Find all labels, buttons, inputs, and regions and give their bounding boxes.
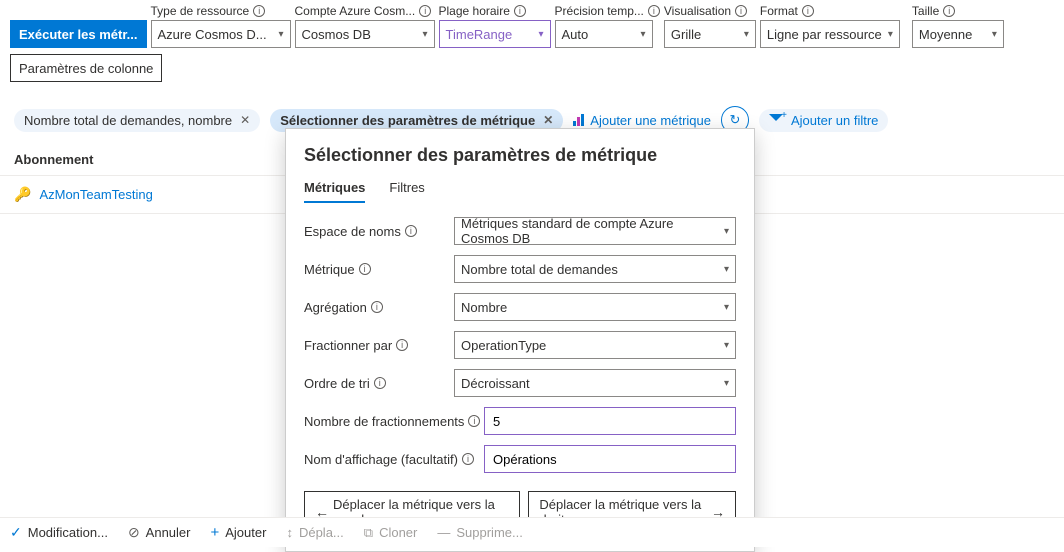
info-icon: i: [943, 5, 955, 17]
metric-selector-label: Sélectionner des paramètres de métrique: [280, 113, 535, 128]
close-icon[interactable]: ✕: [543, 113, 553, 127]
info-icon: i: [371, 301, 383, 313]
aggregation-dropdown[interactable]: Nombre ▾: [454, 293, 736, 321]
plus-icon: +: [210, 524, 219, 541]
chevron-down-icon: ▾: [888, 29, 893, 40]
account-dropdown[interactable]: Cosmos DB ▾: [295, 20, 435, 48]
add-filter-button[interactable]: Ajouter un filtre: [759, 109, 888, 132]
chevron-down-icon: ▾: [724, 340, 729, 351]
run-metrics-button[interactable]: Exécuter les métr...: [10, 20, 147, 48]
popup-tabs: Métriques Filtres: [304, 180, 736, 203]
info-icon: i: [405, 225, 417, 237]
info-icon: i: [468, 415, 480, 427]
clone-icon: ⧉: [364, 525, 373, 541]
column-settings-button[interactable]: Paramètres de colonne: [10, 54, 162, 82]
split-count-label: Nombre de fractionnements i: [304, 414, 484, 429]
split-count-input[interactable]: [484, 407, 736, 435]
sort-order-label: Ordre de tri i: [304, 376, 454, 391]
info-icon: i: [735, 5, 747, 17]
add-metric-button[interactable]: Ajouter une métrique: [573, 113, 711, 128]
chevron-down-icon: ▾: [744, 29, 749, 40]
info-icon: i: [648, 5, 660, 17]
tab-filters[interactable]: Filtres: [389, 180, 424, 203]
info-icon: i: [514, 5, 526, 17]
account-label: Compte Azure Cosm... i: [295, 4, 435, 18]
key-icon: 🔑: [14, 186, 31, 203]
close-icon[interactable]: ✕: [240, 113, 250, 127]
chevron-down-icon: ▾: [538, 29, 543, 40]
delete-button[interactable]: — Supprime...: [437, 525, 522, 540]
format-dropdown[interactable]: Ligne par ressource ▾: [760, 20, 900, 48]
refresh-icon: ↻: [730, 112, 741, 128]
add-button[interactable]: + Ajouter: [210, 524, 266, 541]
size-label: Taille i: [912, 4, 1004, 18]
split-by-label: Fractionner par i: [304, 338, 454, 353]
cancel-button[interactable]: ⊘ Annuler: [128, 524, 191, 541]
time-grain-dropdown[interactable]: Auto ▾: [555, 20, 653, 48]
time-grain-label: Précision temp... i: [555, 4, 660, 18]
resource-type-label: Type de ressource i: [151, 4, 291, 18]
info-icon: i: [419, 5, 431, 17]
info-icon: i: [253, 5, 265, 17]
chevron-down-icon: ▾: [724, 378, 729, 389]
metric-pill[interactable]: Nombre total de demandes, nombre ✕: [14, 109, 260, 132]
chevron-down-icon: ▾: [640, 29, 645, 40]
info-icon: i: [359, 263, 371, 275]
info-icon: i: [374, 377, 386, 389]
sort-order-dropdown[interactable]: Décroissant ▾: [454, 369, 736, 397]
split-by-dropdown[interactable]: OperationType ▾: [454, 331, 736, 359]
metric-dropdown[interactable]: Nombre total de demandes ▾: [454, 255, 736, 283]
move-button[interactable]: ↕ Dépla...: [286, 525, 343, 540]
info-icon: i: [462, 453, 474, 465]
done-editing-button[interactable]: ✓ Modification...: [10, 524, 108, 541]
metric-label: Métrique i: [304, 262, 454, 277]
info-icon: i: [802, 5, 814, 17]
chevron-down-icon: ▾: [278, 29, 283, 40]
namespace-label: Espace de noms i: [304, 224, 454, 239]
delete-icon: —: [437, 525, 450, 540]
top-toolbar: Exécuter les métr... Type de ressource i…: [0, 0, 1064, 48]
clone-button[interactable]: ⧉ Cloner: [364, 525, 418, 541]
info-icon: i: [396, 339, 408, 351]
subscription-name: AzMonTeamTesting: [39, 187, 152, 202]
chevron-down-icon: ▾: [724, 302, 729, 313]
bar-chart-icon: [573, 114, 584, 126]
chevron-down-icon: ▾: [724, 226, 729, 237]
cancel-icon: ⊘: [128, 524, 140, 541]
chevron-down-icon: ▾: [422, 29, 427, 40]
chevron-down-icon: ▾: [992, 29, 997, 40]
format-label: Format i: [760, 4, 900, 18]
time-range-dropdown[interactable]: TimeRange ▾: [439, 20, 551, 48]
aggregation-label: Agrégation i: [304, 300, 454, 315]
metric-pill-label: Nombre total de demandes, nombre: [24, 113, 232, 128]
display-name-label: Nom d'affichage (facultatif) i: [304, 452, 484, 467]
move-icon: ↕: [286, 525, 293, 540]
size-dropdown[interactable]: Moyenne ▾: [912, 20, 1004, 48]
popup-title: Sélectionner des paramètres de métrique: [304, 145, 736, 166]
metric-settings-popup: Sélectionner des paramètres de métrique …: [285, 128, 755, 552]
display-name-input[interactable]: [484, 445, 736, 473]
filter-plus-icon: [769, 114, 783, 126]
footer-toolbar: ✓ Modification... ⊘ Annuler + Ajouter ↕ …: [0, 517, 1064, 547]
namespace-dropdown[interactable]: Métriques standard de compte Azure Cosmo…: [454, 217, 736, 245]
chevron-down-icon: ▾: [724, 264, 729, 275]
resource-type-dropdown[interactable]: Azure Cosmos D... ▾: [151, 20, 291, 48]
check-icon: ✓: [10, 524, 22, 541]
time-range-label: Plage horaire i: [439, 4, 551, 18]
visualization-dropdown[interactable]: Grille ▾: [664, 20, 756, 48]
tab-metrics[interactable]: Métriques: [304, 180, 365, 203]
visualization-label: Visualisation i: [664, 4, 756, 18]
